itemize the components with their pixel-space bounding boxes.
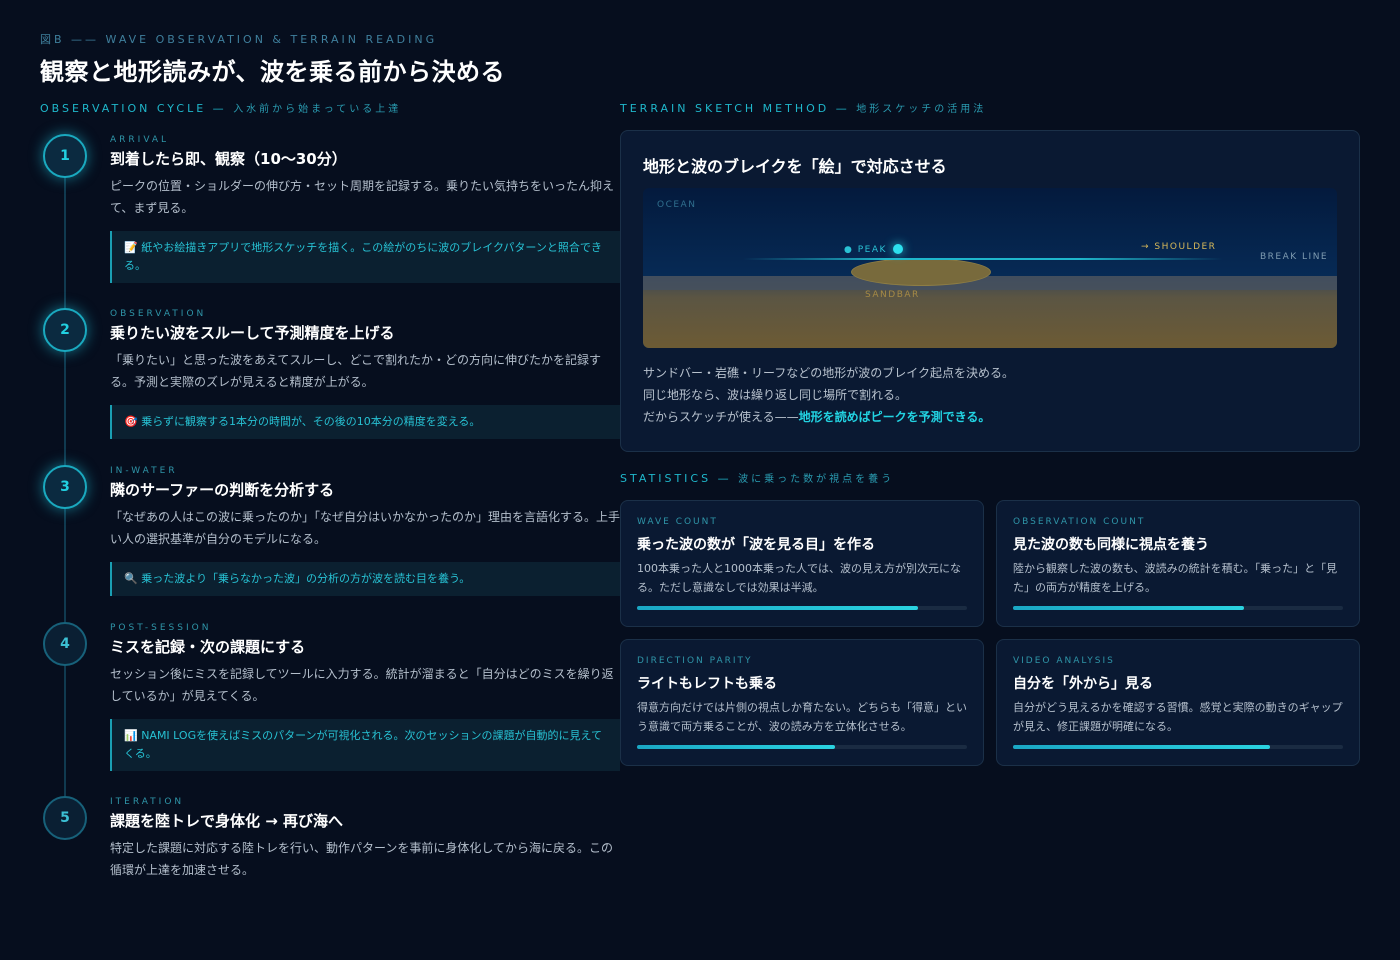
step-note: 📝 紙やお絵描きアプリで地形スケッチを描く。この絵がのちに波のブレイクパターンと…	[110, 231, 620, 283]
stat-card-direction-parity: DIRECTION PARITY ライトもレフトも乗る 得意方向だけでは片側の視…	[620, 639, 984, 766]
step-title: ミスを記録・次の課題にする	[110, 638, 306, 656]
stat-description: 得意方向だけでは片側の視点しか育たない。どちらも「得意」という意識で両方乗ること…	[637, 701, 967, 733]
stat-progress-track	[1013, 745, 1343, 749]
stat-card-video-analysis: VIDEO ANALYSIS 自分を「外から」見る 自分がどう見えるかを確認する…	[996, 639, 1360, 766]
stat-progress-fill	[1013, 745, 1271, 749]
step-title: 課題を陸トレで身体化 → 再び海へ	[110, 812, 344, 830]
step-note: 🔍 乗った波より「乗らなかった波」の分析の方が波を読む目を養う。	[110, 562, 620, 596]
stat-progress-track	[1013, 606, 1343, 610]
step-description: 「なぜあの人はこの波に乗ったのか」「なぜ自分はいかなかったのか」理由を言語化する…	[110, 510, 621, 546]
step-description: 特定した課題に対応する陸トレを行い、動作パターンを事前に身体化してから海に戻る。…	[110, 841, 614, 877]
step-number-badge: 3	[43, 465, 87, 509]
step-note: 📊 NAMI LOGを使えばミスのパターンが可視化される。次のセッションの課題が…	[110, 719, 620, 771]
ocean-label: OCEAN	[657, 200, 697, 210]
step-description: セッション後にミスを記録してツールに入力する。統計が溜まると「自分はどのミスを繰…	[110, 667, 614, 703]
sandbar-label: SANDBAR	[865, 290, 920, 300]
step-note: 🎯 乗らずに観察する1本分の時間が、その後の10本分の精度を変える。	[110, 405, 620, 439]
step-title: 乗りたい波をスルーして予測精度を上げる	[110, 324, 395, 342]
terrain-desc-line-2: 同じ地形なら、波は繰り返し同じ場所で割れる。	[643, 388, 908, 402]
stats-section-label: STATISTICS — 波に乗った数が視点を養う	[620, 470, 894, 485]
stats-label: STATISTICS —	[620, 472, 732, 485]
stat-title: 見た波の数も同様に視点を養う	[1013, 537, 1209, 553]
break-line-label: BREAK LINE	[1260, 252, 1329, 262]
stat-title: ライトもレフトも乗る	[637, 676, 777, 692]
step-tag: ITERATION	[110, 797, 185, 807]
terrain-sublabel: 地形スケッチの活用法	[856, 104, 987, 115]
shoreline-band	[643, 276, 1337, 290]
step-title: 到着したら即、観察（10〜30分）	[110, 150, 347, 168]
stat-card-observation-count: OBSERVATION COUNT 見た波の数も同様に視点を養う 陸から観察した…	[996, 500, 1360, 627]
terrain-label: TERRAIN SKETCH METHOD —	[620, 102, 850, 115]
cycle-section-label: OBSERVATION CYCLE — 入水前から始まっている上達	[40, 100, 401, 115]
terrain-card-title: 地形と波のブレイクを「絵」で対応させる	[643, 157, 947, 176]
stat-tag: VIDEO ANALYSIS	[1013, 656, 1115, 666]
terrain-sketch: OCEAN ● PEAK → SHOULDER BREAK LINE SANDB…	[643, 188, 1337, 348]
step-tag: IN-WATER	[110, 466, 178, 476]
step-number-badge: 5	[43, 796, 87, 840]
shoulder-label: → SHOULDER	[1141, 242, 1217, 252]
cycle-sublabel: 入水前から始まっている上達	[233, 104, 402, 115]
stat-title: 乗った波の数が「波を見る目」を作る	[637, 537, 875, 553]
stat-description: 100本乗った人と1000本乗った人では、波の見え方が別次元になる。ただし意識な…	[637, 562, 961, 594]
stat-description: 自分がどう見えるかを確認する習慣。感覚と実際の動きのギャップが見え、修正課題が明…	[1013, 701, 1343, 733]
stat-tag: OBSERVATION COUNT	[1013, 517, 1146, 527]
peak-marker	[893, 244, 903, 254]
stat-progress-fill	[637, 606, 918, 610]
stat-progress-track	[637, 745, 967, 749]
step-description: ピークの位置・ショルダーの伸び方・セット周期を記録する。乗りたい気持ちをいったん…	[110, 179, 615, 215]
stat-progress-fill	[1013, 606, 1244, 610]
stat-card-wave-count: WAVE COUNT 乗った波の数が「波を見る目」を作る 100本乗った人と10…	[620, 500, 984, 627]
terrain-desc-line-1: サンドバー・岩礁・リーフなどの地形が波のブレイク起点を決める。	[643, 366, 1015, 380]
terrain-card: 地形と波のブレイクを「絵」で対応させる OCEAN ● PEAK → SHOUL…	[620, 130, 1360, 452]
terrain-desc-line-3: だからスケッチが使える——地形を読めばピークを予測できる。	[643, 406, 1337, 428]
step-number-badge: 1	[43, 134, 87, 178]
cycle-label: OBSERVATION CYCLE —	[40, 102, 227, 115]
figure-kicker: 図B —— WAVE OBSERVATION & TERRAIN READING	[40, 33, 438, 46]
stat-tag: WAVE COUNT	[637, 517, 718, 527]
stat-progress-fill	[637, 745, 835, 749]
step-title: 隣のサーファーの判断を分析する	[110, 481, 335, 499]
stat-description: 陸から観察した波の数も、波読みの統計を積む。「乗った」と「見た」の両方が精度を上…	[1013, 562, 1338, 594]
sandbar-shape	[851, 258, 991, 286]
step-number-badge: 4	[43, 622, 87, 666]
step-tag: OBSERVATION	[110, 309, 207, 319]
stat-title: 自分を「外から」見る	[1013, 676, 1153, 692]
terrain-description: サンドバー・岩礁・リーフなどの地形が波のブレイク起点を決める。 同じ地形なら、波…	[643, 362, 1337, 428]
terrain-section-label: TERRAIN SKETCH METHOD — 地形スケッチの活用法	[620, 100, 986, 115]
peak-label: ● PEAK	[844, 245, 887, 255]
step-tag: ARRIVAL	[110, 135, 170, 145]
step-description: 「乗りたい」と思った波をあえてスルーし、どこで割れたか・どの方向に伸びたかを記録…	[110, 353, 602, 389]
terrain-desc-highlight: 地形を読めばピークを予測できる。	[798, 410, 991, 424]
break-line	[743, 258, 1223, 260]
terrain-desc-prefix: だからスケッチが使える——	[643, 410, 799, 424]
stats-sublabel: 波に乗った数が視点を養う	[738, 474, 895, 485]
step-tag: POST-SESSION	[110, 623, 212, 633]
step-number-badge: 2	[43, 308, 87, 352]
stat-progress-track	[637, 606, 967, 610]
stat-tag: DIRECTION PARITY	[637, 656, 753, 666]
page-title: 観察と地形読みが、波を乗る前から決める	[40, 58, 506, 86]
